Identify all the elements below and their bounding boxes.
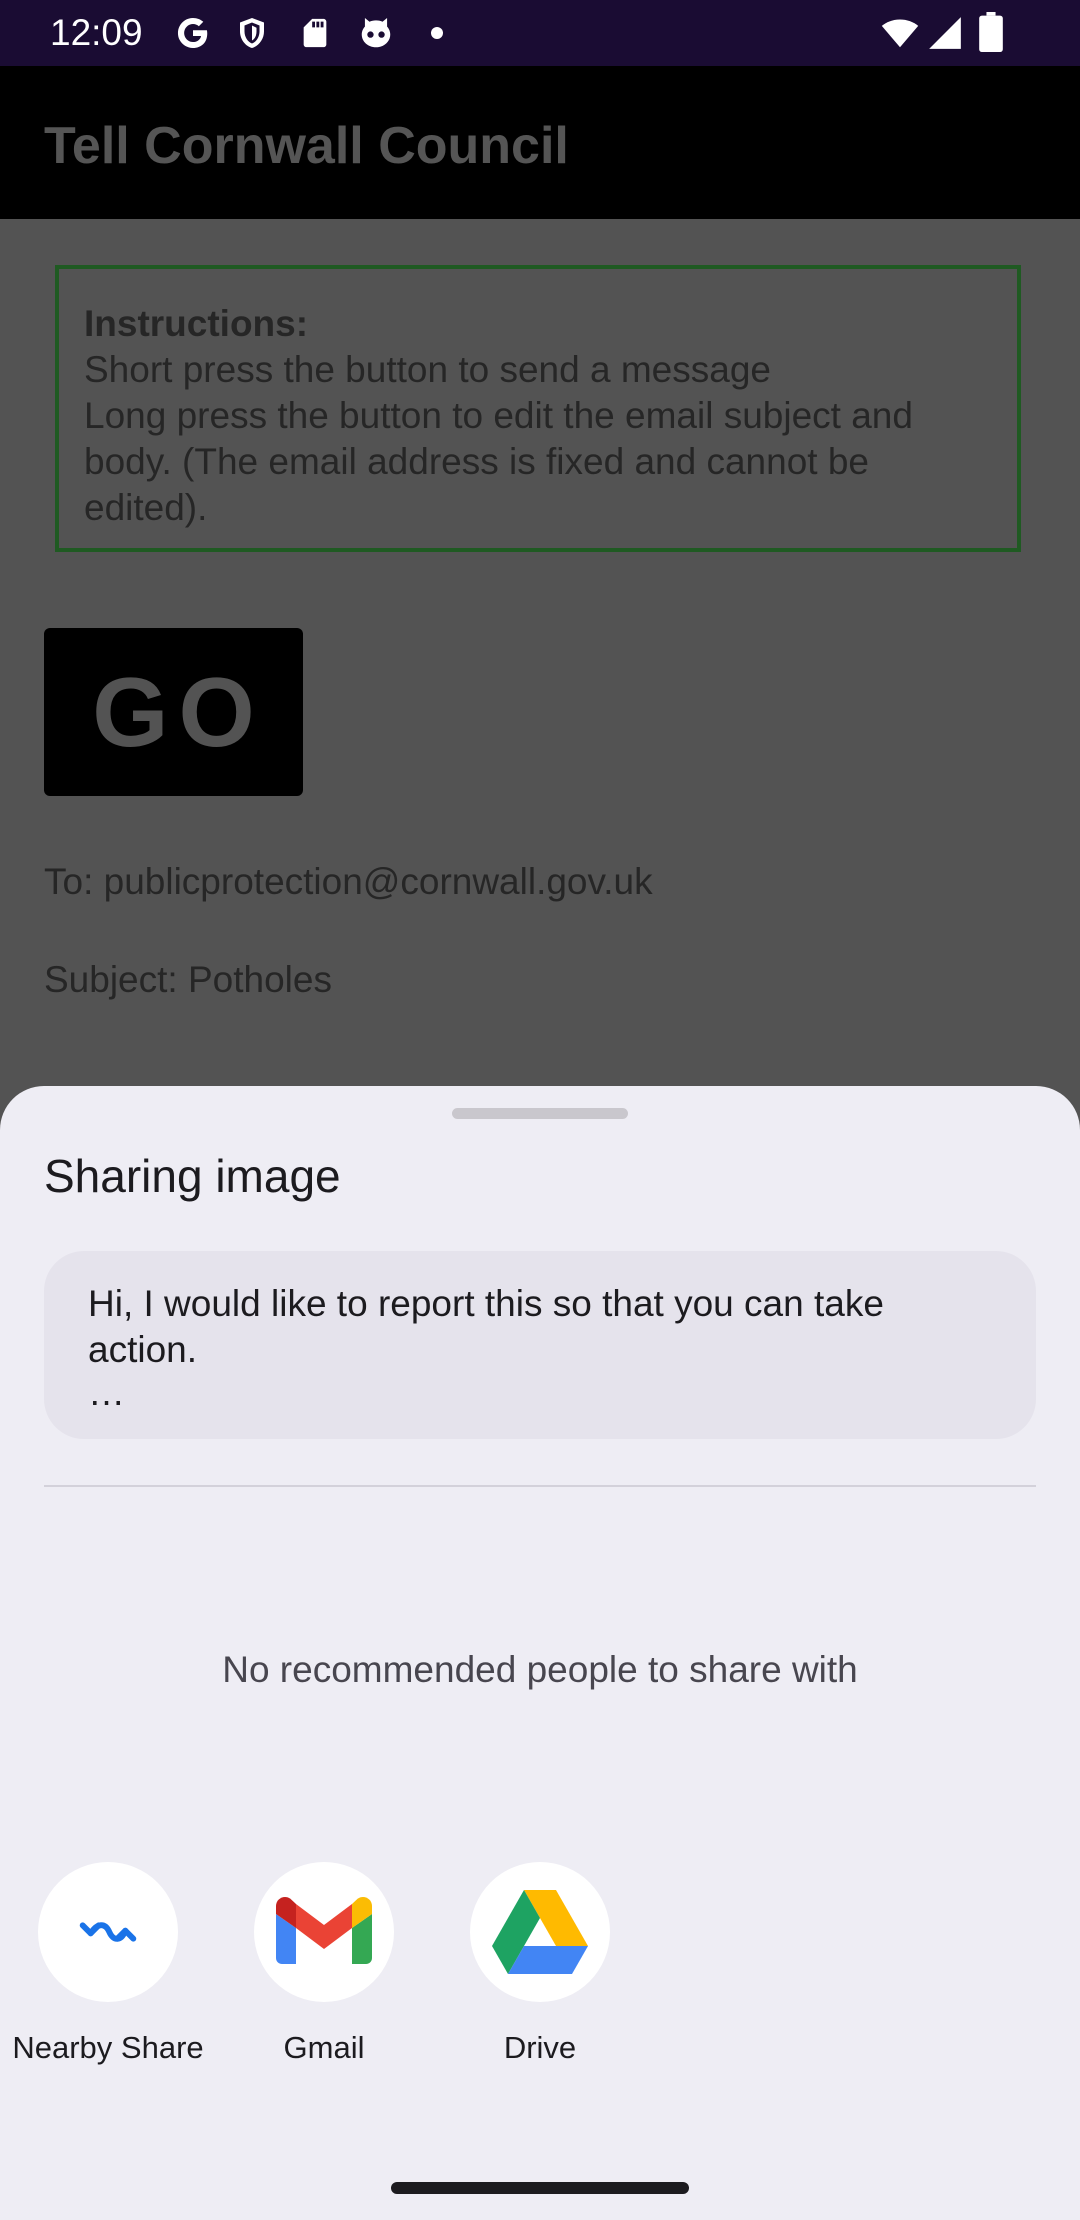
instructions-heading: Instructions: [84, 303, 309, 344]
no-recommended-people-text: No recommended people to share with [222, 1649, 858, 1690]
battery-icon [978, 12, 1004, 57]
instructions-box: Instructions: Short press the button to … [55, 265, 1021, 552]
dot-icon [430, 26, 444, 45]
nearby-share-icon[interactable] [38, 1862, 178, 2002]
drag-handle[interactable] [452, 1108, 628, 1119]
share-target-label: Nearby Share [12, 2030, 204, 2065]
share-target-label: Gmail [283, 2030, 365, 2065]
status-time: 12:09 [50, 12, 143, 53]
share-preview-card: Hi, I would like to report this so that … [44, 1251, 1036, 1439]
signal-icon [926, 14, 964, 57]
sd-card-icon [298, 14, 332, 57]
divider [44, 1485, 1036, 1487]
share-target-label: Drive [503, 2030, 577, 2065]
shield-icon [234, 14, 270, 57]
wifi-icon [878, 14, 922, 57]
share-target-gmail[interactable]: Gmail [216, 1862, 432, 2068]
go-button[interactable]: GO [44, 628, 303, 796]
share-target-drive[interactable]: Drive [432, 1862, 648, 2068]
go-button-label: GO [92, 656, 265, 767]
share-targets: Nearby Share Gmail Drive [0, 1862, 1080, 2122]
gmail-icon[interactable] [254, 1862, 394, 2002]
share-target-nearby-share[interactable]: Nearby Share [0, 1862, 216, 2068]
home-indicator[interactable] [391, 2182, 689, 2194]
email-to: To: publicprotection@cornwall.gov.uk [44, 861, 653, 902]
email-subject: Subject: Potholes [44, 959, 332, 1000]
share-preview-ellipsis: … [88, 1372, 125, 1413]
share-preview-text: Hi, I would like to report this so that … [88, 1283, 884, 1370]
share-sheet: Sharing image Hi, I would like to report… [0, 1086, 1080, 2220]
cat-face-icon [356, 14, 396, 57]
drive-icon[interactable] [470, 1862, 610, 2002]
instructions-line-long-press: Long press the button to edit the email … [84, 395, 913, 528]
app-title: Tell Cornwall Council [44, 117, 569, 175]
google-g-icon [174, 14, 212, 57]
instructions-line-short-press: Short press the button to send a message [84, 349, 771, 390]
share-sheet-title: Sharing image [44, 1150, 341, 1202]
app-bar: Tell Cornwall Council [0, 66, 1080, 219]
status-bar: 12:09 [0, 0, 1080, 66]
